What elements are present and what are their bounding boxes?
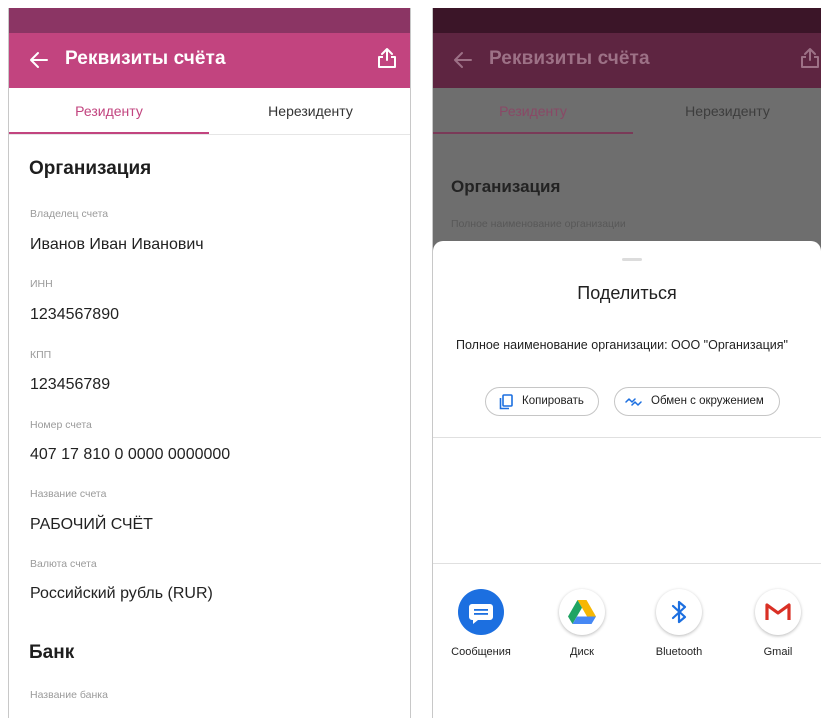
- field-label-full-name: Полное наименование организации: [451, 218, 626, 230]
- tab-indicator: [433, 132, 633, 134]
- copy-button[interactable]: Копировать: [485, 387, 599, 416]
- nearby-share-button[interactable]: Обмен с окружением: [614, 387, 780, 416]
- share-sheet-title: Поделиться: [577, 283, 677, 303]
- share-icon[interactable]: [376, 46, 398, 70]
- back-arrow-icon: [454, 52, 472, 68]
- field-label-account-number: Номер счета: [30, 419, 92, 431]
- nearby-share-label: Обмен с окружением: [651, 395, 764, 407]
- divider: [433, 437, 821, 438]
- status-bar: [433, 8, 821, 33]
- field-value-account-number: 407 17 810 0 0000 0000000: [30, 446, 231, 463]
- share-target-drive[interactable]: Диск: [537, 589, 627, 669]
- share-target-label: Сообщения: [451, 646, 511, 658]
- app-bar-dimmed: Реквизиты счёта: [433, 33, 821, 88]
- account-details-screen: Реквизиты счёта Резиденту Нерезиденту Ор…: [8, 8, 411, 718]
- page-title: Реквизиты счёта: [65, 48, 226, 69]
- share-target-messages[interactable]: Сообщения: [436, 589, 526, 669]
- tab-bar: Резиденту Нерезиденту: [9, 88, 410, 135]
- back-arrow-icon[interactable]: [27, 47, 49, 73]
- tab-bar-dimmed: Резиденту Нерезиденту: [433, 88, 821, 135]
- copy-icon: [499, 394, 513, 410]
- share-target-label: Диск: [570, 646, 594, 658]
- share-target-gmail[interactable]: Gmail: [733, 589, 821, 669]
- page-title: Реквизиты счёта: [489, 48, 650, 69]
- tab-resident: Резиденту: [499, 103, 567, 119]
- section-title-bank: Банк: [29, 642, 75, 663]
- field-label-kpp: КПП: [30, 349, 52, 361]
- tab-indicator: [9, 132, 209, 134]
- field-value-currency: Российский рубль (RUR): [30, 585, 213, 602]
- drive-icon: [559, 589, 605, 635]
- tab-nonresident[interactable]: Нерезиденту: [209, 88, 410, 135]
- share-sheet: Поделиться Полное наименование организац…: [433, 241, 821, 718]
- field-label-account-name: Название счета: [30, 488, 107, 500]
- share-preview-text: Полное наименование организации: ООО "Ор…: [456, 338, 788, 352]
- field-value-account-name: РАБОЧИЙ СЧЁТ: [30, 516, 153, 533]
- dimmed-content: Организация Полное наименование организа…: [433, 135, 821, 255]
- field-value-owner: Иванов Иван Иванович: [30, 236, 204, 253]
- share-target-bluetooth[interactable]: Bluetooth: [634, 589, 724, 669]
- share-icon: [801, 48, 819, 68]
- nearby-share-icon: [625, 398, 642, 406]
- messages-icon: [458, 589, 504, 635]
- field-label-bank-name: Название банка: [30, 689, 108, 701]
- tab-nonresident: Нерезиденту: [685, 103, 770, 119]
- app-bar: Реквизиты счёта: [9, 33, 410, 88]
- section-title-organization: Организация: [451, 177, 561, 196]
- divider: [433, 563, 821, 564]
- section-title-organization: Организация: [29, 158, 152, 179]
- field-label-owner: Владелец счета: [30, 208, 109, 220]
- status-bar: [9, 8, 410, 33]
- share-target-label: Bluetooth: [655, 646, 703, 658]
- bluetooth-icon: [656, 589, 702, 635]
- drag-handle[interactable]: [622, 258, 642, 261]
- field-label-inn: ИНН: [30, 278, 53, 290]
- share-sheet-screen: Реквизиты счёта Резиденту Нерезиденту Ор…: [432, 8, 821, 718]
- gmail-icon: [755, 589, 801, 635]
- copy-button-label: Копировать: [522, 395, 584, 407]
- field-label-currency: Валюта счета: [30, 558, 97, 570]
- field-value-kpp: 123456789: [30, 376, 111, 393]
- field-value-inn: 1234567890: [30, 306, 119, 323]
- share-target-label: Gmail: [763, 646, 793, 658]
- tab-resident[interactable]: Резиденту: [9, 88, 209, 135]
